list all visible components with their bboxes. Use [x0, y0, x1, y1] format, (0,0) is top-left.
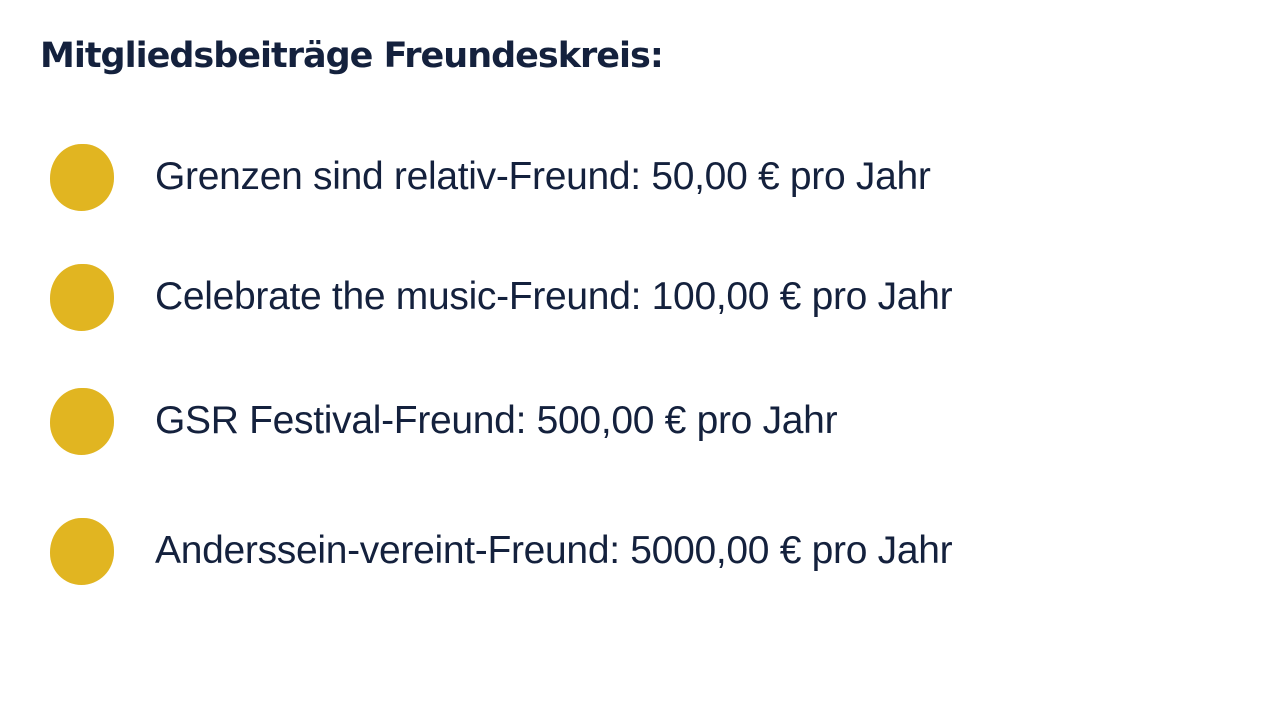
list-item: Anderssein-vereint-Freund: 5000,00 € pro…	[50, 516, 953, 586]
tier-text: GSR Festival-Freund: 500,00 € pro Jahr	[155, 399, 838, 442]
list-item: GSR Festival-Freund: 500,00 € pro Jahr	[50, 386, 838, 456]
list-item: Grenzen sind relativ-Freund: 50,00 € pro…	[50, 142, 931, 212]
tier-text: Grenzen sind relativ-Freund: 50,00 € pro…	[155, 155, 931, 198]
list-item: Celebrate the music-Freund: 100,00 € pro…	[50, 262, 953, 332]
bullet-dot-icon	[50, 517, 114, 585]
bullet-dot-icon	[50, 387, 114, 455]
tier-text: Anderssein-vereint-Freund: 5000,00 € pro…	[155, 529, 953, 572]
bullet-dot-icon	[50, 263, 114, 331]
slide: Mitgliedsbeiträge Freundeskreis: Grenzen…	[0, 0, 1280, 720]
membership-tier-list: Grenzen sind relativ-Freund: 50,00 € pro…	[0, 0, 1280, 720]
tier-text: Celebrate the music-Freund: 100,00 € pro…	[155, 275, 953, 318]
bullet-dot-icon	[50, 143, 114, 211]
